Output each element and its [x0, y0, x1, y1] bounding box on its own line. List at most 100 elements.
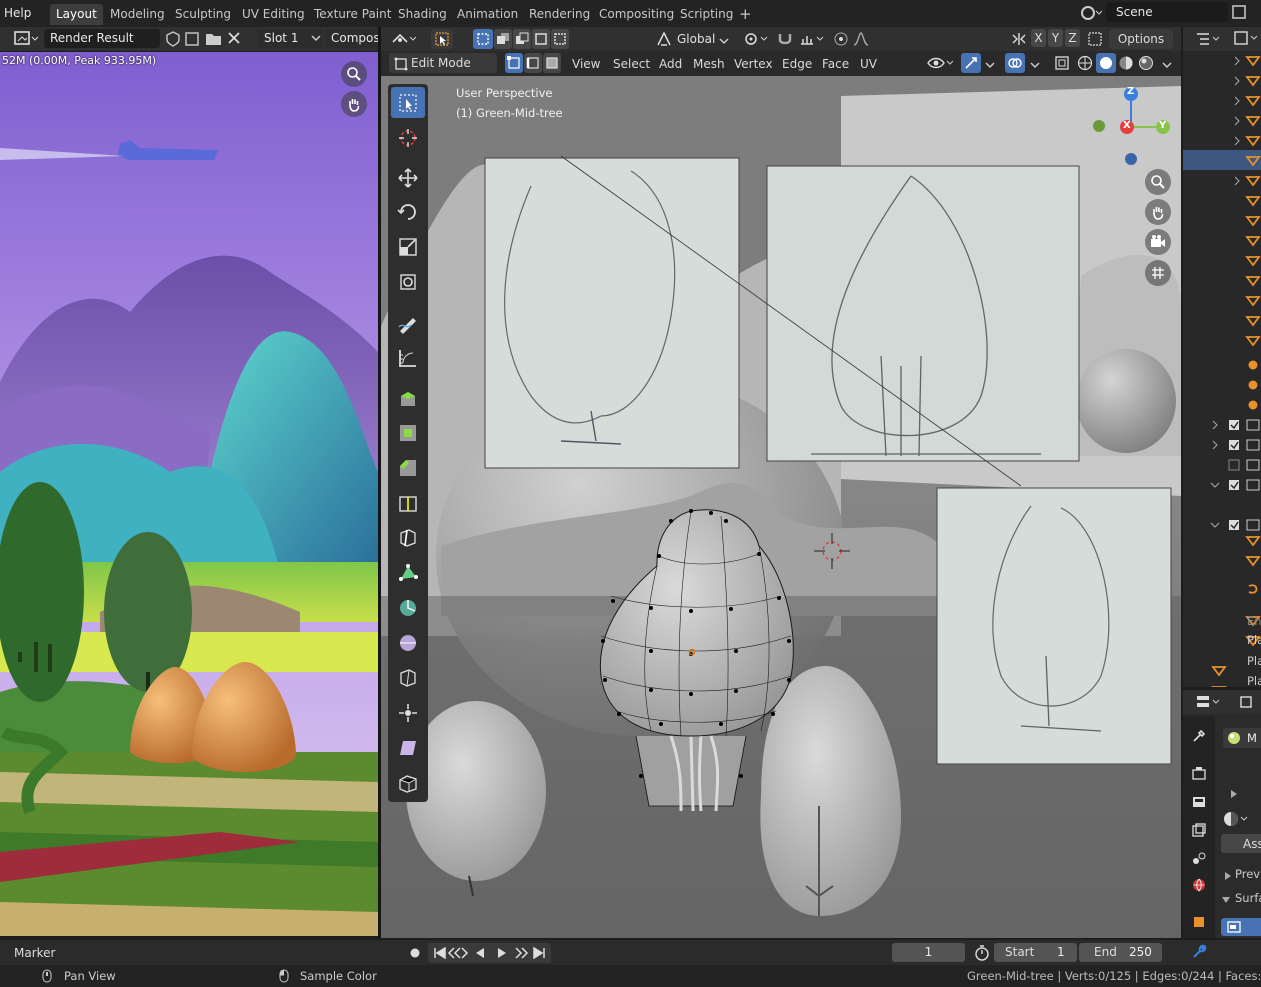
select-box-tool-icon[interactable] [391, 87, 425, 118]
tool-settings-icon[interactable] [1191, 728, 1207, 747]
mode-set-icon[interactable] [473, 29, 493, 49]
view-layer-icon[interactable] [1191, 822, 1207, 841]
outliner-item-label[interactable]: Pla [1247, 654, 1261, 668]
hand-pan-icon[interactable] [341, 91, 367, 117]
scene-properties-icon[interactable] [1191, 850, 1207, 869]
rendered-shading-icon[interactable] [1138, 55, 1154, 74]
view-layer-dropdown[interactable]: Composit [325, 29, 379, 48]
wireframe-shading-icon[interactable] [1077, 55, 1093, 74]
collapse-arrow-icon[interactable] [1223, 870, 1233, 884]
jump-end-icon[interactable] [533, 947, 545, 959]
image-name-field[interactable]: Render Result [44, 29, 160, 48]
axis-z-toggle[interactable]: Z [1065, 29, 1080, 47]
new-scene-icon[interactable] [1231, 4, 1247, 23]
tab-sculpting[interactable]: Sculpting [169, 4, 237, 25]
poly-build-tool-icon[interactable] [391, 557, 425, 588]
material-shading-icon[interactable] [1118, 55, 1134, 74]
jump-start-icon[interactable] [434, 947, 446, 959]
gizmo-toggle-icon[interactable] [961, 53, 981, 73]
material-slot[interactable]: M [1223, 728, 1261, 748]
display-mode-icon[interactable] [1233, 30, 1261, 51]
current-frame-field[interactable]: 1 [892, 943, 965, 962]
material-browse-icon[interactable] [1223, 810, 1251, 831]
object-properties-icon[interactable] [1191, 914, 1207, 933]
measure-tool-icon[interactable] [391, 342, 425, 373]
outliner-item-label[interactable]: Pla [1247, 674, 1261, 688]
menu-vertex[interactable]: Vertex [734, 57, 773, 71]
world-properties-icon[interactable] [1191, 877, 1207, 896]
assign-button[interactable]: Ass [1221, 834, 1261, 853]
3d-viewport[interactable] [381, 76, 1181, 938]
move-tool-icon[interactable] [391, 162, 425, 193]
output-properties-icon[interactable] [1191, 794, 1207, 813]
face-select-icon[interactable] [543, 53, 561, 73]
play-reverse-icon[interactable] [476, 948, 484, 958]
tab-texture-paint[interactable]: Texture Paint [308, 4, 397, 25]
edge-slide-tool-icon[interactable] [391, 662, 425, 693]
xray-icon[interactable] [1054, 55, 1070, 74]
outliner-item-label[interactable]: En [1247, 614, 1261, 628]
next-keyframe-icon[interactable] [515, 947, 529, 959]
render-properties-icon[interactable] [1191, 765, 1207, 784]
axis-x-toggle[interactable]: X [1031, 29, 1046, 47]
bevel-tool-icon[interactable] [391, 452, 425, 483]
mode-difference-icon[interactable] [532, 29, 550, 49]
overlays-icon[interactable] [1005, 53, 1025, 73]
rip-region-tool-icon[interactable] [391, 767, 425, 798]
vertex-select-icon[interactable] [505, 53, 523, 73]
tab-compositing[interactable]: Compositing [593, 4, 680, 25]
ortho-view-icon[interactable] [1145, 260, 1171, 286]
mirror-icon[interactable] [1011, 31, 1029, 50]
edge-select-icon[interactable] [524, 53, 542, 73]
zoom-view-icon[interactable] [1145, 169, 1171, 195]
tab-layout[interactable]: Layout [50, 4, 103, 25]
tab-modeling[interactable]: Modeling [104, 4, 171, 25]
scene-icon[interactable] [1080, 4, 1103, 25]
mode-extend-icon[interactable] [494, 29, 512, 49]
stopwatch-icon[interactable] [974, 945, 990, 964]
tab-animation[interactable]: Animation [451, 4, 524, 25]
outliner-rows[interactable] [1183, 51, 1261, 687]
snap-icon[interactable] [777, 31, 795, 50]
surface-shader-field[interactable] [1221, 918, 1261, 936]
record-icon[interactable] [407, 946, 423, 963]
menu-add[interactable]: Add [659, 57, 682, 71]
surface-panel-label[interactable]: Surfa [1235, 891, 1261, 905]
solid-shading-icon[interactable] [1096, 53, 1116, 73]
scene-selector[interactable]: Scene [1106, 2, 1228, 22]
tab-shading[interactable]: Shading [392, 4, 453, 25]
menu-select[interactable]: Select [613, 57, 650, 71]
menu-uv[interactable]: UV [860, 57, 877, 71]
scale-tool-icon[interactable] [391, 231, 425, 262]
menu-help[interactable]: Help [4, 6, 31, 20]
visibility-icon[interactable] [927, 55, 955, 74]
preview-panel-label[interactable]: Previ [1235, 867, 1261, 881]
pivot-point-icon[interactable] [743, 31, 771, 50]
end-frame-field[interactable]: End 250 [1079, 943, 1162, 962]
expand-arrow-icon[interactable] [1221, 894, 1231, 908]
new-image-icon[interactable] [184, 31, 200, 50]
add-workspace-button[interactable]: + [733, 4, 758, 25]
menu-face[interactable]: Face [822, 57, 849, 71]
transform-tool-icon[interactable] [391, 266, 425, 297]
outliner-editor-icon[interactable] [1195, 31, 1223, 50]
open-image-icon[interactable] [205, 31, 223, 50]
mode-intersect-icon[interactable] [551, 29, 569, 49]
snap-increment-icon[interactable] [799, 31, 827, 50]
tab-scripting[interactable]: Scripting [674, 4, 739, 25]
shrink-fatten-tool-icon[interactable] [391, 697, 425, 728]
pan-view-icon[interactable] [1145, 199, 1171, 225]
auto-merge-icon[interactable] [1087, 31, 1103, 50]
pin-icon[interactable] [1238, 694, 1254, 713]
marker-menu[interactable]: Marker [14, 946, 55, 960]
outliner-item-label[interactable]: Pla [1247, 633, 1261, 647]
close-icon[interactable] [226, 30, 242, 49]
properties-editor-icon[interactable] [1195, 694, 1223, 713]
menu-mesh[interactable]: Mesh [693, 57, 725, 71]
prev-keyframe-icon[interactable] [447, 947, 469, 959]
mode-subtract-icon[interactable] [513, 29, 531, 49]
menu-view[interactable]: View [572, 57, 600, 71]
loop-cut-tool-icon[interactable] [391, 487, 425, 518]
falloff-icon[interactable] [853, 31, 881, 50]
play-icon[interactable] [498, 948, 506, 958]
